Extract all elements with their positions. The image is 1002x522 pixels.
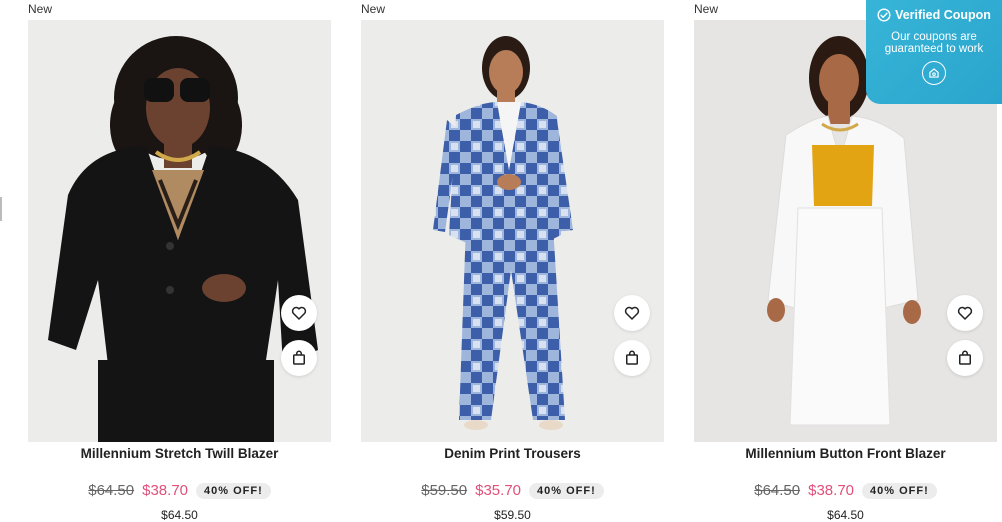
product-image[interactable] [361, 20, 664, 442]
base-price: $64.50 [827, 508, 864, 522]
wishlist-button[interactable] [947, 295, 983, 331]
wishlist-button[interactable] [281, 295, 317, 331]
add-to-bag-button[interactable] [281, 340, 317, 376]
verified-coupon-widget[interactable]: Verified Coupon Our coupons are guarante… [866, 0, 1002, 104]
sale-price: $38.70 [808, 482, 855, 499]
product-image[interactable] [28, 20, 331, 442]
new-badge: New [28, 2, 53, 16]
add-to-bag-button[interactable] [947, 340, 983, 376]
base-price: $64.50 [161, 508, 198, 522]
shopping-bag-icon [959, 350, 971, 365]
wishlist-button[interactable] [614, 295, 650, 331]
product-grid-page: New Millennium Stretch Twill Blazer $64.… [0, 0, 1002, 522]
new-badge: New [361, 2, 386, 16]
sale-price: $35.70 [475, 482, 522, 499]
discount-badge: 40% OFF! [862, 482, 937, 499]
price-row: $64.50 $38.70 40% OFF! [28, 482, 331, 499]
product-card[interactable]: New [28, 0, 332, 522]
original-price: $64.50 [754, 482, 801, 499]
discount-badge: 40% OFF! [196, 482, 271, 499]
heart-icon [624, 306, 640, 320]
side-tab-handle[interactable] [0, 197, 2, 221]
heart-icon [291, 306, 307, 320]
shopping-bag-icon [293, 350, 305, 365]
coupon-title: Verified Coupon [895, 8, 991, 22]
discount-badge: 40% OFF! [529, 482, 604, 499]
coupon-title-row: Verified Coupon [866, 8, 1002, 22]
base-price: $59.50 [494, 508, 531, 522]
check-circle-icon [877, 8, 891, 22]
product-name[interactable]: Millennium Stretch Twill Blazer [28, 446, 331, 461]
coupon-subtitle: Our coupons are guaranteed to work [884, 31, 984, 55]
product-name[interactable]: Denim Print Trousers [361, 446, 664, 461]
price-row: $64.50 $38.70 40% OFF! [694, 482, 997, 499]
heart-icon [957, 306, 973, 320]
price-row: $59.50 $35.70 40% OFF! [361, 482, 664, 499]
original-price: $64.50 [88, 482, 135, 499]
sale-price: $38.70 [142, 482, 189, 499]
add-to-bag-button[interactable] [614, 340, 650, 376]
product-card[interactable]: New [361, 0, 665, 522]
shop-logo-icon[interactable] [922, 61, 946, 85]
new-badge: New [694, 2, 719, 16]
shopping-bag-icon [626, 350, 638, 365]
product-name[interactable]: Millennium Button Front Blazer [694, 446, 997, 461]
original-price: $59.50 [421, 482, 468, 499]
